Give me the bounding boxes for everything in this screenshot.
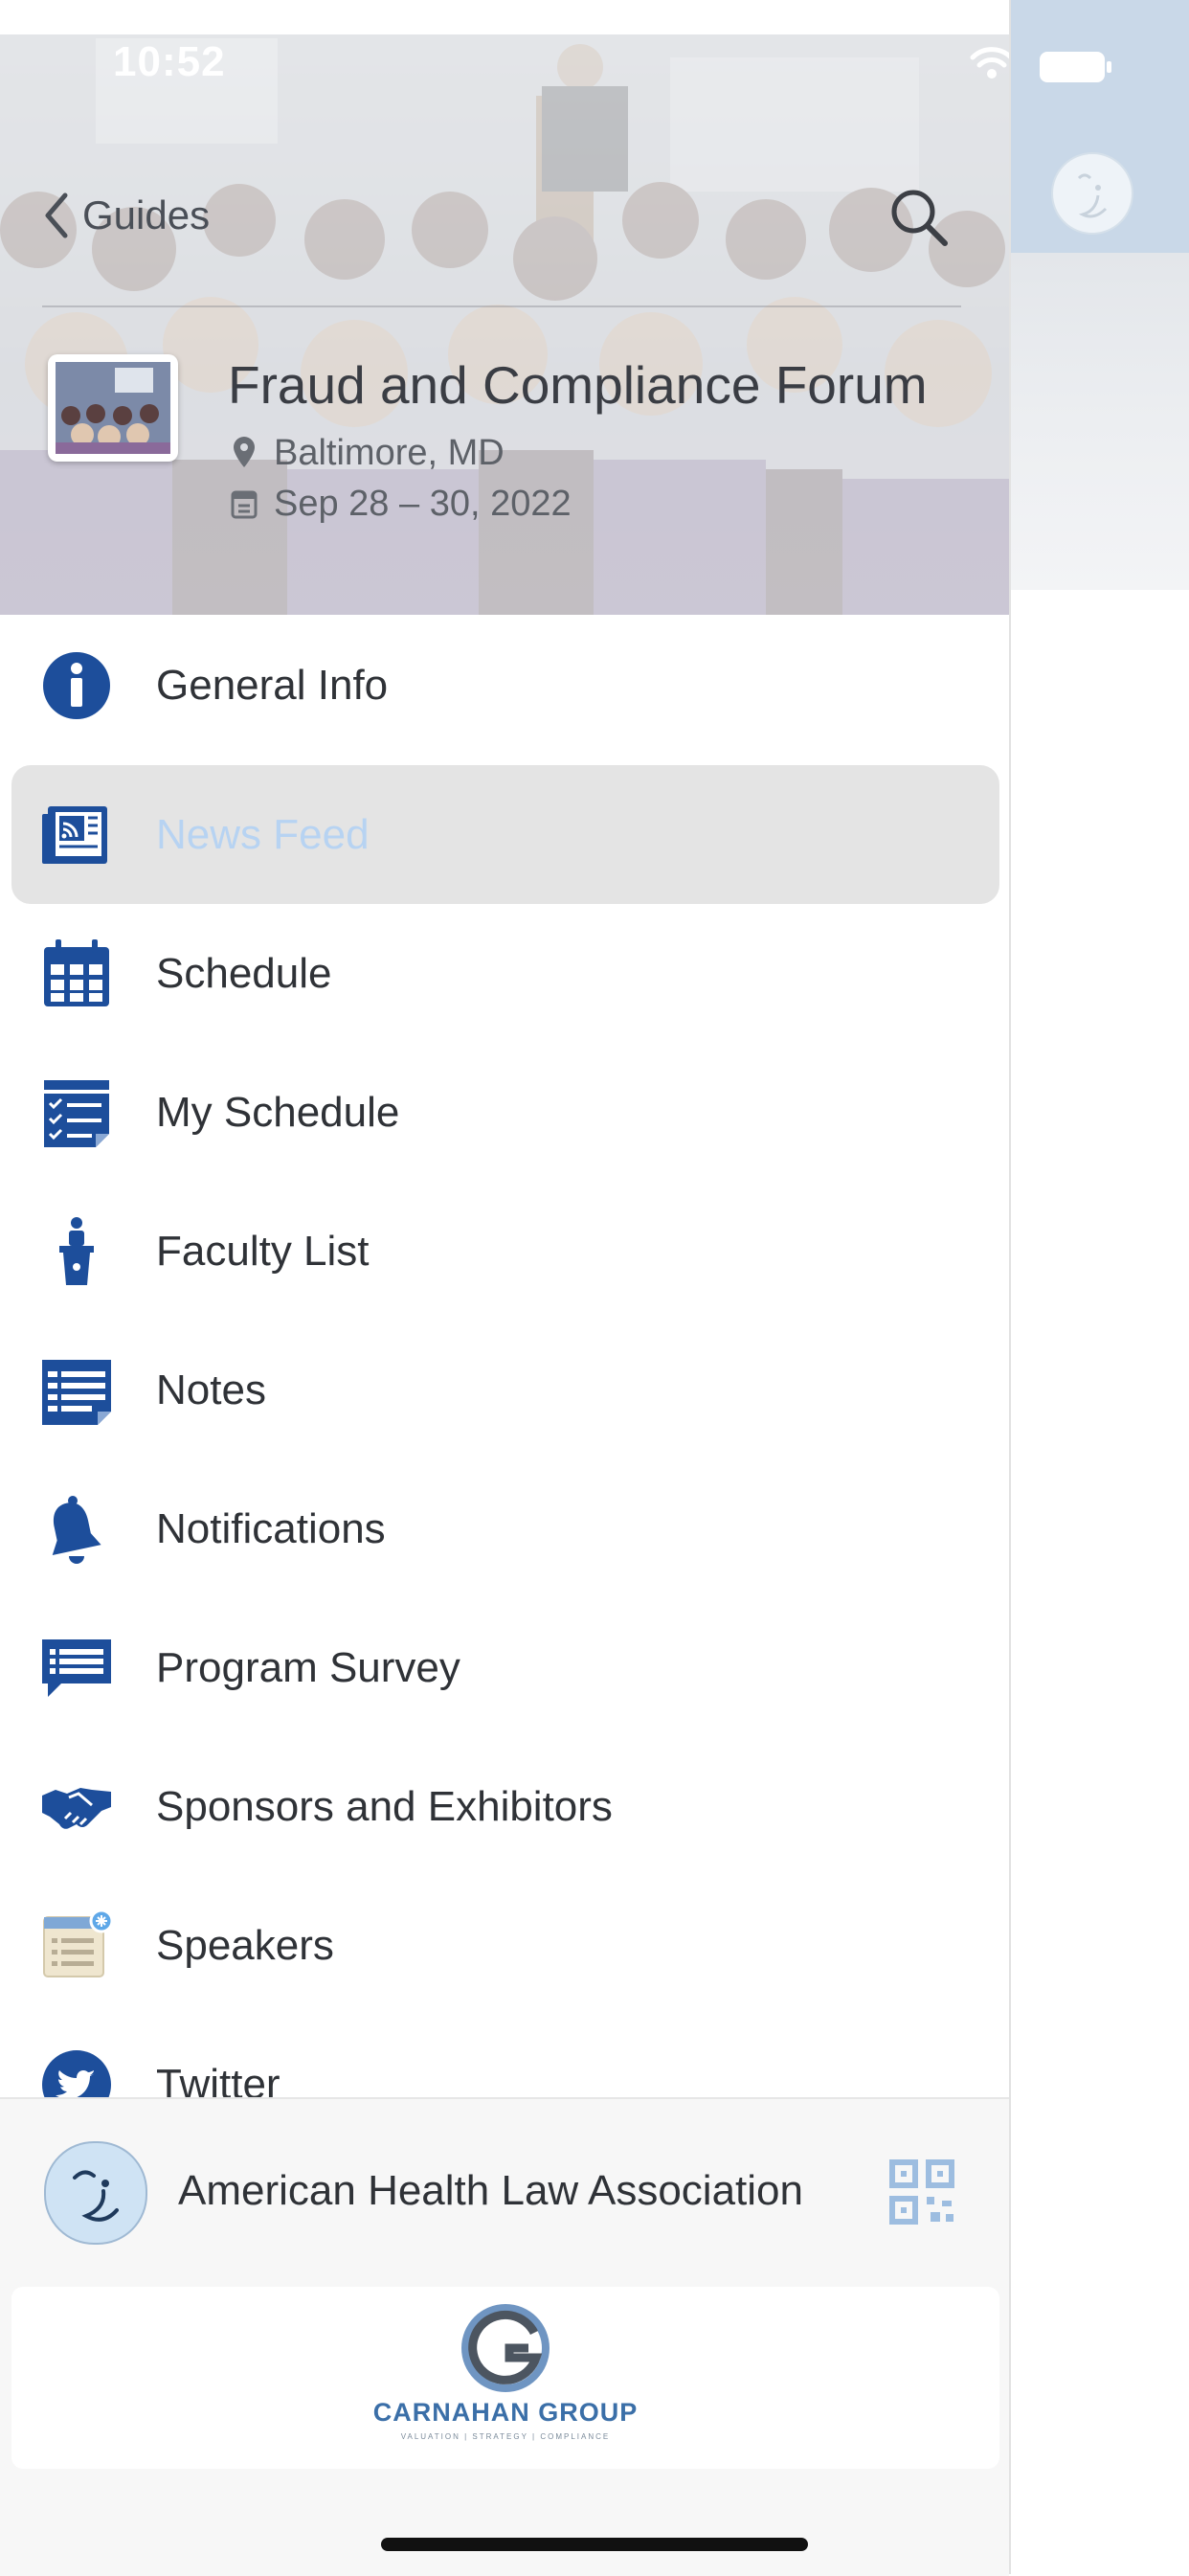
search-icon[interactable]	[886, 184, 953, 251]
menu-item-notes[interactable]: Notes	[0, 1321, 1009, 1459]
menu-item-notifications[interactable]: Notifications	[0, 1459, 1009, 1598]
navigation-drawer: 10:52 Guides Fraud and Compliance Forum …	[0, 0, 1011, 2576]
menu-item-label: Notes	[156, 1366, 266, 1413]
sponsor-name: CARNAHAN GROUP	[372, 2398, 639, 2427]
qr-code-icon[interactable]	[888, 2158, 955, 2226]
background-content-panel[interactable]	[1010, 0, 1189, 2574]
home-indicator[interactable]	[381, 2538, 808, 2551]
menu-item-label: Sponsors and Exhibitors	[156, 1782, 613, 1830]
menu-item-label: Program Survey	[156, 1643, 460, 1691]
bell-icon	[52, 1495, 101, 1564]
checklist-icon	[44, 1079, 109, 1147]
location-pin-icon	[234, 437, 255, 467]
sponsor-logo-icon	[461, 2304, 550, 2392]
speaker-list-icon	[43, 1909, 113, 1977]
menu-item-twitter[interactable]: Twitter	[0, 2015, 1009, 2097]
calendar-small-icon	[231, 490, 258, 519]
menu-item-label: Speakers	[156, 1921, 334, 1969]
menu-item-general-info[interactable]: General Info	[0, 616, 1009, 755]
drawer-footer: American Health Law Association CARNAHAN…	[0, 2097, 1009, 2576]
menu-item-sponsors-exhibitors[interactable]: Sponsors and Exhibitors	[0, 1737, 1009, 1876]
back-button[interactable]: Guides	[42, 192, 210, 239]
menu-item-program-survey[interactable]: Program Survey	[0, 1598, 1009, 1737]
header-divider	[42, 305, 961, 307]
battery-icon	[1040, 52, 1111, 82]
menu-item-label: Faculty List	[156, 1227, 370, 1275]
info-icon	[43, 651, 110, 719]
chevron-left-icon	[45, 192, 68, 238]
sponsor-banner[interactable]: CARNAHAN GROUP VALUATION | STRATEGY | CO…	[11, 2287, 999, 2469]
background-event-photo	[1010, 253, 1189, 590]
news-feed-icon	[42, 805, 107, 864]
menu-item-my-schedule[interactable]: My Schedule	[0, 1043, 1009, 1182]
menu-item-speakers[interactable]: Speakers	[0, 1876, 1009, 2015]
twitter-icon	[42, 2049, 111, 2097]
notes-icon	[42, 1359, 111, 1425]
menu-item-label: Twitter	[156, 2060, 280, 2098]
menu-list: General Info News Feed Schedule My Sched…	[0, 615, 1009, 2097]
wifi-icon	[970, 47, 1009, 79]
event-dates: Sep 28 – 30, 2022	[274, 484, 572, 524]
event-title: Fraud and Compliance Forum	[228, 355, 928, 415]
sponsor-tagline: VALUATION | STRATEGY | COMPLIANCE	[400, 2432, 611, 2441]
event-location: Baltimore, MD	[274, 433, 505, 473]
menu-item-label: Schedule	[156, 949, 332, 997]
menu-item-faculty-list[interactable]: Faculty List	[0, 1182, 1009, 1321]
organization-name: American Health Law Association	[178, 2167, 803, 2214]
handshake-icon	[42, 1787, 111, 1829]
calendar-icon	[44, 938, 109, 1006]
menu-item-label: My Schedule	[156, 1088, 400, 1136]
menu-item-label: News Feed	[156, 810, 370, 858]
avatar-icon[interactable]	[1050, 151, 1134, 236]
menu-item-news-feed[interactable]: News Feed	[11, 765, 999, 904]
status-time: 10:52	[113, 38, 226, 85]
back-label: Guides	[82, 192, 211, 237]
menu-item-schedule[interactable]: Schedule	[0, 904, 1009, 1043]
event-thumbnail	[48, 354, 178, 462]
event-header: 10:52 Guides Fraud and Compliance Forum …	[0, 0, 1009, 615]
podium-icon	[59, 1216, 94, 1285]
chat-list-icon	[42, 1638, 111, 1697]
organization-row[interactable]: American Health Law Association	[0, 2099, 1009, 2287]
status-bar-top	[0, 0, 1009, 34]
menu-item-label: Notifications	[156, 1504, 386, 1552]
organization-avatar-icon	[44, 2141, 147, 2245]
menu-item-label: General Info	[156, 661, 389, 709]
